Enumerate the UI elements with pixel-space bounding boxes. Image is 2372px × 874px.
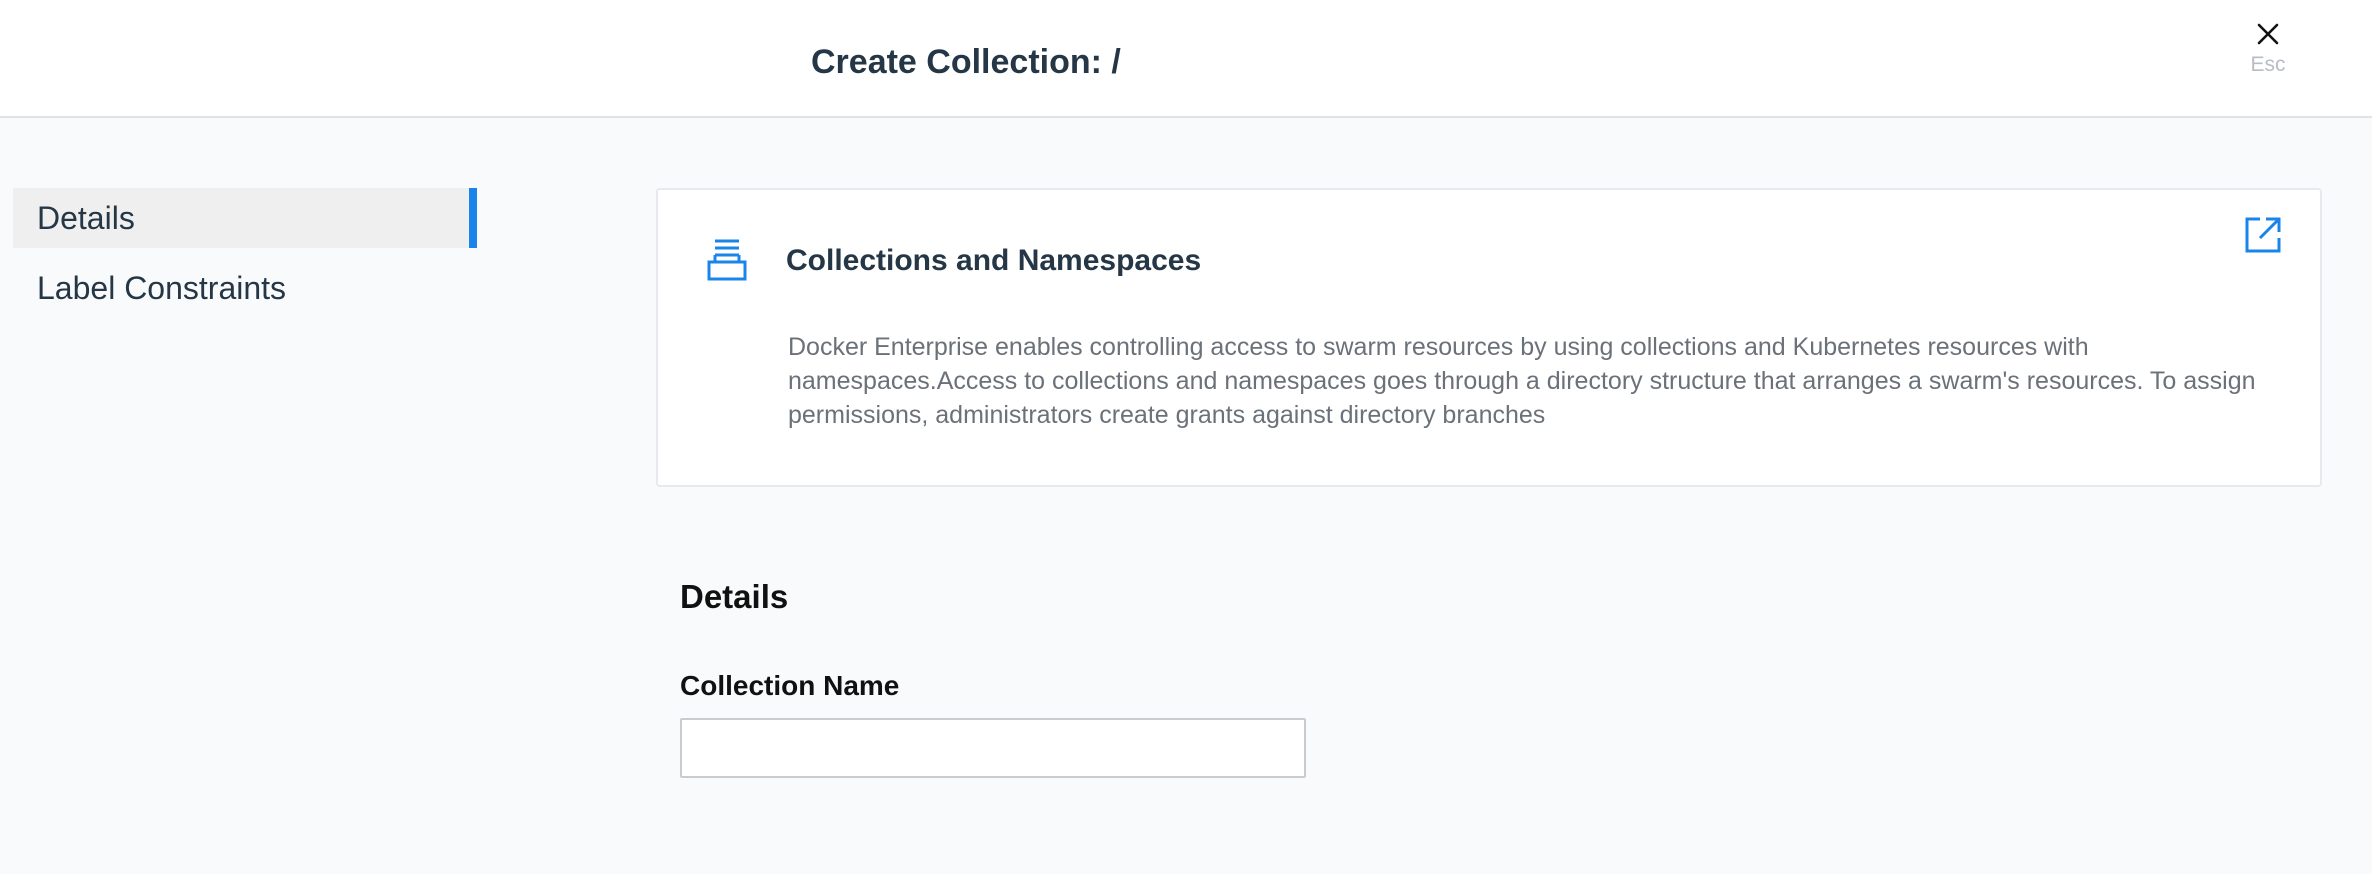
stacked-layers-icon — [707, 239, 747, 281]
sidebar-item-label-constraints[interactable]: Label Constraints — [13, 258, 477, 318]
sidebar-nav: Details Label Constraints — [13, 188, 477, 328]
page-title: Create Collection: / — [811, 43, 1121, 81]
sidebar-item-details[interactable]: Details — [13, 188, 477, 248]
collection-name-input[interactable] — [680, 718, 1306, 778]
card-title: Collections and Namespaces — [786, 244, 1202, 277]
collection-name-label: Collection Name — [680, 670, 900, 701]
card-description: Docker Enterprise enables controlling ac… — [788, 333, 2256, 429]
info-card: Collections and Namespaces Docker Enterp… — [656, 188, 2322, 487]
esc-hint: Esc — [2250, 53, 2286, 76]
details-heading: Details — [680, 578, 789, 615]
modal-header: Create Collection: / Esc — [0, 0, 2372, 118]
external-link-icon[interactable] — [2244, 216, 2282, 254]
close-icon[interactable] — [2256, 22, 2280, 46]
close-button[interactable]: Esc — [2236, 18, 2300, 92]
